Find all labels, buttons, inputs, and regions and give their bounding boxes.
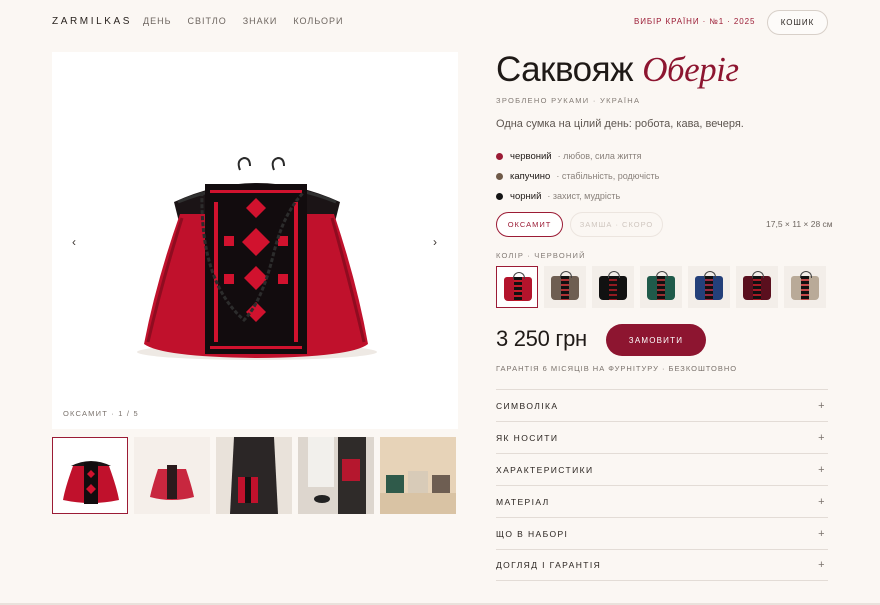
- red-dot-icon: [496, 152, 503, 160]
- accordion-label: ЩО В НАБОРІ: [496, 528, 569, 539]
- nav-item-day[interactable]: ДЕНЬ: [143, 16, 172, 26]
- swatch-green[interactable]: [640, 266, 682, 308]
- black-dot-icon: [496, 192, 503, 200]
- swatch-red[interactable]: [496, 266, 538, 308]
- made-by-hand-label: ЗРОБЛЕНО РУКАМИ · УКРАЇНА: [496, 96, 641, 105]
- symbol-item-cappuccino: капучино · стабільність, родючість: [496, 166, 659, 186]
- thumbnail-5[interactable]: [380, 437, 456, 514]
- color-symbolism-list: червоний · любов, сила життя капучино · …: [496, 146, 659, 206]
- color-label: КОЛІР · ЧЕРВОНИЙ: [496, 251, 586, 260]
- product-hero-image: ‹ › ОКСАМИТ · 1 / 5: [52, 52, 458, 429]
- accordion-material[interactable]: МАТЕРІАЛ +: [496, 485, 828, 517]
- nav-item-signs[interactable]: ЗНАКИ: [243, 16, 278, 26]
- gallery-caption: ОКСАМИТ · 1 / 5: [63, 409, 139, 418]
- brown-dot-icon: [496, 172, 503, 180]
- symbol-item-black: чорний · захист, мудрість: [496, 186, 659, 206]
- product-dimensions: 17,5 × 11 × 28 см: [766, 219, 833, 229]
- material-option-suede: ЗАМША · СКОРО: [570, 212, 663, 237]
- color-swatches: [496, 266, 826, 308]
- thumbnail-4[interactable]: [298, 437, 374, 514]
- cart-button[interactable]: КОШИК: [767, 10, 828, 35]
- symbol-meaning: · любов, сила життя: [557, 151, 642, 161]
- accordion-label: ХАРАКТЕРИСТИКИ: [496, 464, 594, 475]
- accordion-in-the-box[interactable]: ЩО В НАБОРІ +: [496, 517, 828, 549]
- symbol-name: чорний: [510, 190, 542, 202]
- swatch-beige[interactable]: [784, 266, 826, 308]
- order-button[interactable]: ЗАМОВИТИ: [606, 324, 706, 356]
- accordion-label: МАТЕРІАЛ: [496, 496, 550, 507]
- thumbnail-1[interactable]: [52, 437, 128, 514]
- accordion-label: ДОГЛЯД І ГАРАНТІЯ: [496, 560, 602, 570]
- plus-icon: +: [818, 495, 826, 508]
- plus-icon: +: [818, 431, 826, 444]
- nav-item-colors[interactable]: КОЛЬОРИ: [293, 16, 343, 26]
- product-title-main: Саквояж: [496, 50, 633, 89]
- accordion-how-to-wear[interactable]: ЯК НОСИТИ +: [496, 421, 828, 453]
- product-tagline: Одна сумка на цілий день: робота, кава, …: [496, 118, 744, 130]
- plus-icon: +: [818, 463, 826, 476]
- symbol-item-red: червоний · любов, сила життя: [496, 146, 659, 166]
- symbol-name: червоний: [510, 150, 552, 162]
- thumbnail-3[interactable]: [216, 437, 292, 514]
- swatch-burgundy[interactable]: [736, 266, 778, 308]
- thumbnail-strip: [52, 437, 458, 514]
- award-badge: ВИБІР КРАЇНИ · №1 · 2025: [634, 17, 756, 26]
- accordion-symbolism[interactable]: СИМВОЛІКА +: [496, 389, 828, 421]
- top-bar: ZARMILKAS ДЕНЬ СВІТЛО ЗНАКИ КОЛЬОРИ ВИБІ…: [0, 0, 880, 44]
- accordion-label: ЯК НОСИТИ: [496, 432, 559, 443]
- gallery-next-button[interactable]: ›: [429, 235, 441, 249]
- plus-icon: +: [818, 559, 826, 571]
- accordion-label: СИМВОЛІКА: [496, 400, 559, 411]
- details-accordion: СИМВОЛІКА + ЯК НОСИТИ + ХАРАКТЕРИСТИКИ + МА…: [496, 389, 828, 581]
- symbol-name: капучино: [510, 170, 551, 182]
- thumbnail-2[interactable]: [134, 437, 210, 514]
- swatch-cappuccino[interactable]: [544, 266, 586, 308]
- symbol-meaning: · захист, мудрість: [547, 191, 621, 201]
- swatch-black[interactable]: [592, 266, 634, 308]
- accordion-care-warranty[interactable]: ДОГЛЯД І ГАРАНТІЯ +: [496, 549, 828, 581]
- accordion-specs[interactable]: ХАРАКТЕРИСТИКИ +: [496, 453, 828, 485]
- product-title-accent: Оберіг: [642, 50, 739, 89]
- plus-icon: +: [818, 527, 826, 540]
- plus-icon: +: [818, 399, 826, 412]
- nav-item-light[interactable]: СВІТЛО: [188, 16, 227, 26]
- bag-illustration: [52, 52, 458, 429]
- warranty-note: ГАРАНТІЯ 6 МІСЯЦІВ НА ФУРНІТУРУ · БЕЗКОШ…: [496, 364, 738, 373]
- material-option-velvet[interactable]: ОКСАМИТ: [496, 212, 563, 237]
- product-price: 3 250 грн: [496, 326, 587, 351]
- brand-logo[interactable]: ZARMILKAS: [52, 16, 132, 27]
- gallery-prev-button[interactable]: ‹: [68, 235, 80, 249]
- main-nav: ДЕНЬ СВІТЛО ЗНАКИ КОЛЬОРИ: [143, 16, 360, 26]
- swatch-blue[interactable]: [688, 266, 730, 308]
- product-title: Саквояж Оберіг: [496, 50, 739, 90]
- symbol-meaning: · стабільність, родючість: [556, 171, 660, 181]
